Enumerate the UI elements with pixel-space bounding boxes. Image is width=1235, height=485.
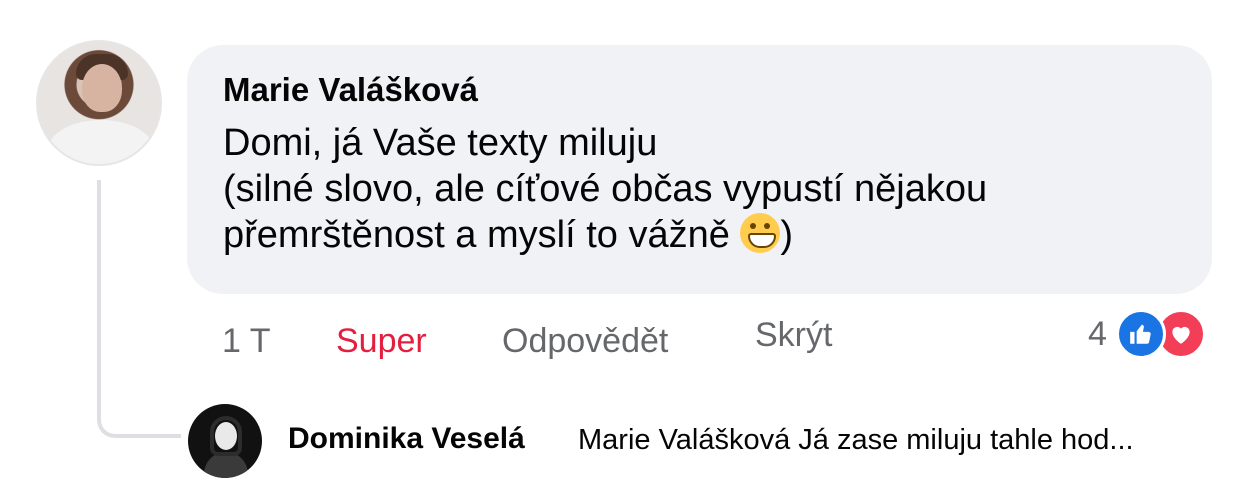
commenter-avatar[interactable] — [36, 40, 162, 166]
grinning-emoji-icon — [740, 212, 781, 253]
comment-author[interactable]: Marie Valášková — [223, 69, 1176, 112]
avatar-face — [82, 64, 122, 112]
comment-timestamp[interactable]: 1 T — [222, 322, 271, 361]
reply-preview[interactable]: Dominika Veselá Marie Valášková Já zase … — [188, 404, 1228, 480]
thread-connector-line — [97, 180, 181, 438]
comment-line-2: (silné slovo, ale cíťové občas vypustí n… — [223, 167, 988, 210]
comment-line-3-text: přemrštěnost a myslí to vážně — [223, 213, 730, 256]
reply-author-avatar[interactable] — [188, 404, 262, 478]
reply-preview-text[interactable]: Marie Valášková Já zase miluju tahle hod… — [578, 424, 1134, 457]
like-icon — [1116, 309, 1166, 359]
reaction-count: 4 — [1088, 315, 1107, 353]
reaction-button[interactable]: Super — [336, 322, 427, 361]
comment-line-3: přemrštěnost a myslí to vážně ) — [223, 212, 1176, 258]
reply-button[interactable]: Odpovědět — [502, 322, 668, 361]
avatar-shirt — [48, 120, 154, 164]
reply-avatar-face — [215, 422, 237, 450]
reply-author[interactable]: Dominika Veselá — [288, 422, 525, 456]
comment-bubble: Marie Valášková Domi, já Vaše texty milu… — [187, 45, 1212, 294]
comment-text: Domi, já Vaše texty miluju (silné slovo,… — [223, 120, 1176, 258]
hide-button[interactable]: Skrýt — [755, 316, 832, 355]
comment-line-1: Domi, já Vaše texty miluju — [223, 121, 658, 164]
reaction-summary[interactable]: 4 — [1088, 309, 1218, 359]
comment-line-3-suffix: ) — [780, 213, 794, 256]
